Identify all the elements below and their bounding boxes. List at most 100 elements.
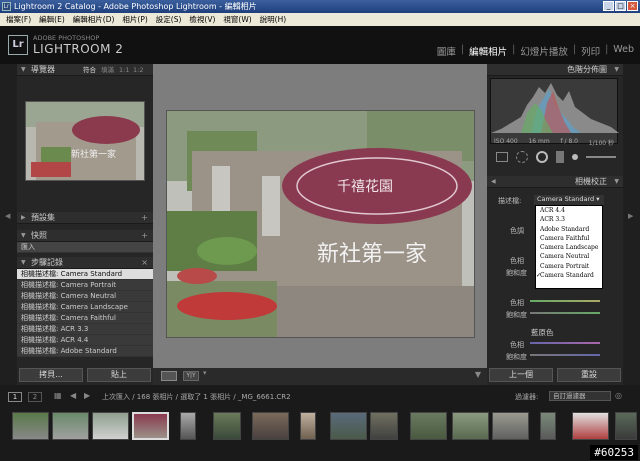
toolbar-menu-icon[interactable]: ▼	[475, 370, 481, 379]
filmstrip-thumbnail[interactable]	[180, 412, 196, 440]
filmstrip-thumbnail[interactable]	[252, 412, 289, 440]
filmstrip-thumbnail[interactable]	[300, 412, 316, 440]
filmstrip-thumbnail[interactable]	[615, 412, 637, 440]
red-eye-icon[interactable]	[536, 151, 548, 163]
filmstrip-thumbnail[interactable]	[492, 412, 529, 440]
histogram[interactable]: ISO 400 16 mm f / 8.0 1/100 秒	[490, 78, 619, 147]
maximize-button[interactable]: □	[615, 1, 626, 11]
presets-header[interactable]: ▶ 預設集 +	[17, 212, 153, 224]
calibration-header[interactable]: ◀ 相機校正 ▼	[487, 176, 623, 188]
adjustment-brush-icon[interactable]	[572, 154, 578, 160]
history-item[interactable]: 相機描述檔: ACR 4.4	[17, 335, 153, 346]
previous-button[interactable]: 上一個	[489, 368, 553, 382]
add-preset-icon[interactable]: +	[141, 212, 148, 224]
spot-removal-icon[interactable]	[516, 151, 528, 163]
filmstrip-thumbnail[interactable]	[410, 412, 447, 440]
filmstrip-thumbnail[interactable]	[540, 412, 556, 440]
red-saturation-label: 飽和度	[506, 269, 527, 277]
module-web[interactable]: Web	[613, 44, 634, 58]
menu-view[interactable]: 檢視(V)	[185, 13, 219, 26]
profile-dropdown-menu[interactable]: ACR 4.4 ACR 3.3 Adobe Standard Camera Fa…	[535, 205, 603, 289]
menu-edit[interactable]: 編輯(E)	[35, 13, 69, 26]
forward-arrow-icon[interactable]: ▶	[84, 391, 90, 400]
close-button[interactable]: ×	[627, 1, 638, 11]
green-hue-slider[interactable]	[530, 300, 600, 302]
history-item[interactable]: 相機描述檔: Adobe Standard	[17, 346, 153, 357]
paste-button[interactable]: 貼上	[87, 368, 151, 382]
history-item[interactable]: 相機描述檔: Camera Landscape	[17, 302, 153, 313]
copy-button[interactable]: 拷貝...	[19, 368, 83, 382]
history-item[interactable]: 相機描述檔: Camera Standard	[17, 269, 153, 280]
profile-option[interactable]: Camera Neutral	[536, 252, 602, 261]
green-saturation-slider[interactable]	[530, 312, 600, 314]
menu-settings[interactable]: 設定(S)	[152, 13, 186, 26]
module-library[interactable]: 圖庫	[437, 44, 456, 58]
filmstrip-thumbnail[interactable]	[452, 412, 489, 440]
filmstrip-thumbnail[interactable]	[52, 412, 89, 440]
add-snapshot-icon[interactable]: +	[141, 230, 148, 242]
main-photo[interactable]: 千禧花園 新社第一家	[166, 110, 475, 338]
history-item[interactable]: 相機描述檔: Camera Neutral	[17, 291, 153, 302]
filmstrip-thumbnail[interactable]	[92, 412, 129, 440]
navigator-header[interactable]: ▼ 導覽器 符合 填滿 1:1 1:2	[17, 64, 153, 76]
menu-photo[interactable]: 相片(P)	[118, 13, 151, 26]
blue-hue-slider[interactable]	[530, 342, 600, 344]
navigator-preview[interactable]: 新社第一家	[25, 101, 145, 181]
svg-text:千禧花園: 千禧花園	[337, 179, 393, 195]
graduated-filter-icon[interactable]	[556, 151, 564, 163]
profile-option[interactable]: Camera Faithful	[536, 234, 602, 243]
profile-option[interactable]: ACR 4.4	[536, 206, 602, 215]
crop-tool-icon[interactable]	[496, 152, 508, 162]
reset-button[interactable]: 重設	[557, 368, 621, 382]
zoom-fit[interactable]: 符合	[83, 64, 96, 76]
filmstrip-thumbnail-selected[interactable]	[132, 412, 169, 440]
filmstrip-thumbnail[interactable]	[330, 412, 367, 440]
minimize-button[interactable]: _	[603, 1, 614, 11]
profile-select[interactable]: Camera Standard ▾	[534, 195, 604, 205]
blue-saturation-slider[interactable]	[530, 354, 600, 356]
grid-view-icon[interactable]: ▦	[54, 391, 62, 400]
filmstrip-thumbnail[interactable]	[572, 412, 609, 440]
menu-file[interactable]: 檔案(F)	[2, 13, 35, 26]
profile-option-selected[interactable]: ✓ Camera Standard	[536, 271, 602, 280]
filter-switch-icon[interactable]: ◎	[615, 391, 622, 400]
before-after-dropdown-icon[interactable]: ▾	[203, 369, 207, 377]
brush-size-slider[interactable]	[586, 156, 616, 158]
module-print[interactable]: 列印	[581, 44, 600, 58]
profile-option[interactable]: Adobe Standard	[536, 225, 602, 234]
history-header[interactable]: ▼ 步驟記錄 ×	[17, 257, 153, 269]
right-panel-edge[interactable]: ▶	[623, 64, 640, 385]
zoom-1-2[interactable]: 1:2	[133, 64, 143, 76]
menu-develop[interactable]: 編輯相片(D)	[69, 13, 119, 26]
zoom-1-1[interactable]: 1:1	[119, 64, 129, 76]
filmstrip-source-info[interactable]: 上次匯入 / 168 張相片 / 選取了 1 張相片 / _MG_6661.CR…	[102, 392, 291, 402]
left-panel-edge[interactable]: ◀	[0, 64, 17, 385]
menu-window[interactable]: 視窗(W)	[219, 13, 255, 26]
page-2-button[interactable]: 2	[28, 392, 42, 402]
back-arrow-icon[interactable]: ◀	[70, 391, 76, 400]
filmstrip-thumbnail[interactable]	[370, 412, 398, 440]
page-1-button[interactable]: 1	[8, 392, 22, 402]
menu-help[interactable]: 說明(H)	[256, 13, 291, 26]
profile-option[interactable]: Camera Portrait	[536, 262, 602, 271]
snapshot-item[interactable]: 匯入	[17, 242, 153, 253]
right-collapse-icon[interactable]: ▶	[628, 212, 633, 220]
filmstrip-thumbnail[interactable]	[12, 412, 49, 440]
before-after-icon[interactable]: Y|Y	[183, 371, 199, 381]
loupe-view-icon[interactable]	[161, 371, 177, 381]
history-item[interactable]: 相機描述檔: Camera Faithful	[17, 313, 153, 324]
left-collapse-icon[interactable]: ◀	[5, 212, 10, 220]
module-slideshow[interactable]: 幻燈片播放	[520, 44, 568, 58]
profile-option[interactable]: ACR 3.3	[536, 215, 602, 224]
histogram-header[interactable]: 色階分佈圖 ▼	[487, 64, 623, 76]
module-develop[interactable]: 編輯相片	[469, 44, 507, 58]
clear-history-icon[interactable]: ×	[141, 257, 148, 269]
history-item[interactable]: 相機描述檔: Camera Portrait	[17, 280, 153, 291]
profile-option[interactable]: Camera Landscape	[536, 243, 602, 252]
calibration-title: 相機校正	[575, 177, 607, 186]
zoom-fill[interactable]: 填滿	[101, 64, 114, 76]
filter-select[interactable]: 自訂過濾器	[549, 391, 611, 401]
snapshots-header[interactable]: ▼ 快照 +	[17, 230, 153, 242]
history-item[interactable]: 相機描述檔: ACR 3.3	[17, 324, 153, 335]
filmstrip-thumbnail[interactable]	[213, 412, 241, 440]
